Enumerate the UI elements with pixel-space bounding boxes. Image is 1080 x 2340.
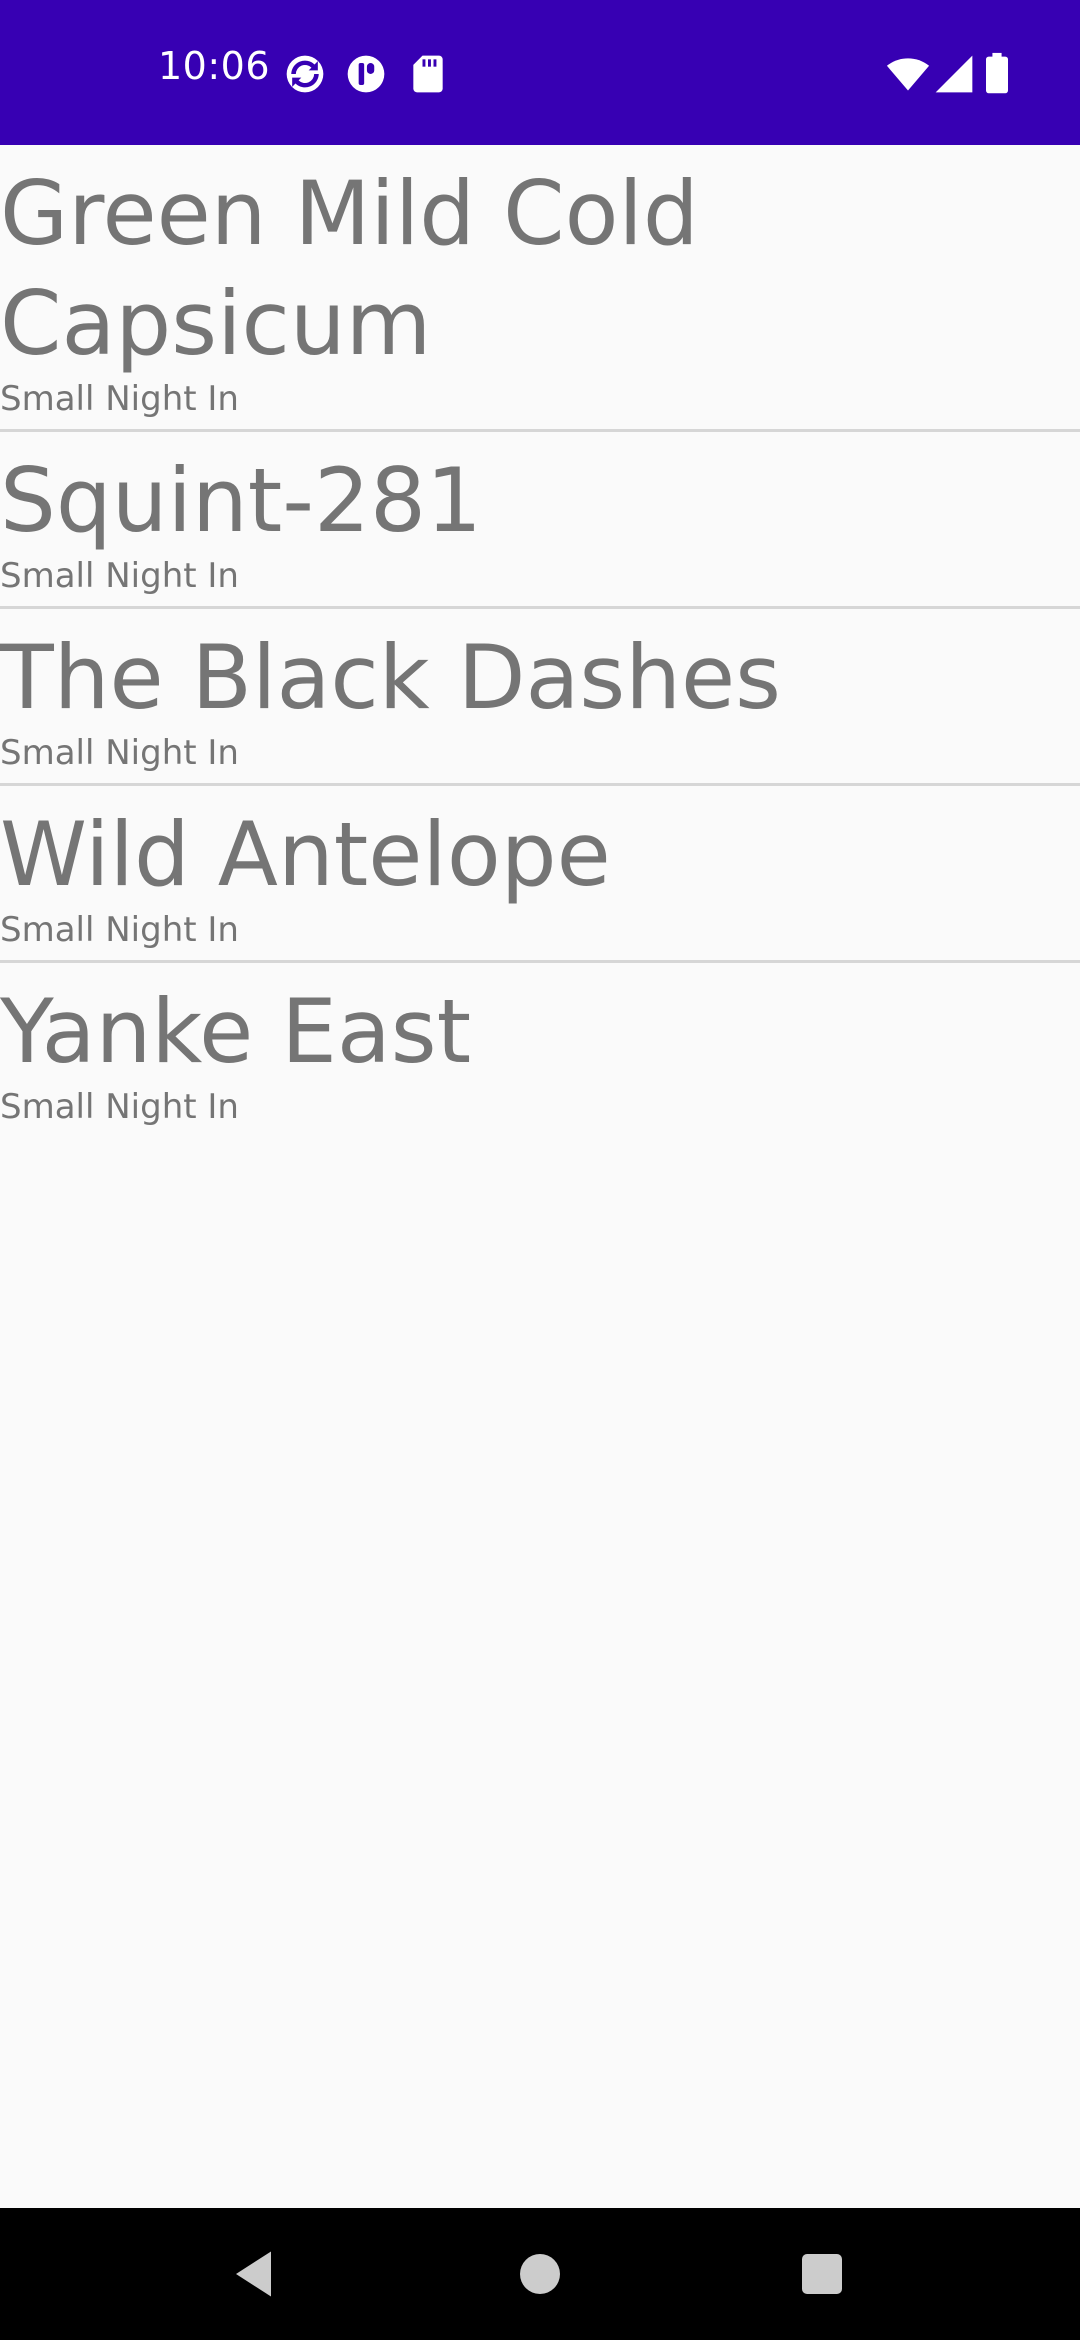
wifi-icon	[884, 52, 932, 96]
item-subtitle: Small Night In	[0, 910, 239, 950]
recents-icon[interactable]	[792, 2244, 852, 2304]
sd-card-icon	[406, 52, 450, 96]
home-icon[interactable]	[510, 2244, 570, 2304]
item-subtitle: Small Night In	[0, 1087, 239, 1127]
navigation-bar	[0, 2208, 1080, 2340]
item-subtitle: Small Night In	[0, 733, 239, 773]
list-item[interactable]: Yanke East Small Night In	[0, 963, 1080, 1137]
item-title: The Black Dashes	[0, 626, 781, 729]
list-item[interactable]: Wild Antelope Small Night In	[0, 786, 1080, 963]
item-subtitle: Small Night In	[0, 556, 239, 596]
track-list: Green Mild Cold Capsicum Small Night In …	[0, 145, 1080, 1137]
app-notification-icon	[344, 52, 388, 96]
status-time: 10:06	[158, 44, 271, 88]
item-title: Squint-281	[0, 449, 482, 552]
sync-icon	[283, 52, 327, 96]
list-item[interactable]: The Black Dashes Small Night In	[0, 609, 1080, 786]
back-icon[interactable]	[226, 2244, 286, 2304]
cell-signal-icon	[932, 52, 976, 96]
item-title: Yanke East	[0, 980, 472, 1083]
status-bar: 10:06	[0, 0, 1080, 145]
list-item[interactable]: Green Mild Cold Capsicum Small Night In	[0, 145, 1080, 432]
battery-icon	[982, 52, 1012, 96]
item-title: Wild Antelope	[0, 803, 611, 906]
item-subtitle: Small Night In	[0, 379, 239, 419]
item-title: Green Mild Cold Capsicum	[0, 162, 699, 375]
list-item[interactable]: Squint-281 Small Night In	[0, 432, 1080, 609]
